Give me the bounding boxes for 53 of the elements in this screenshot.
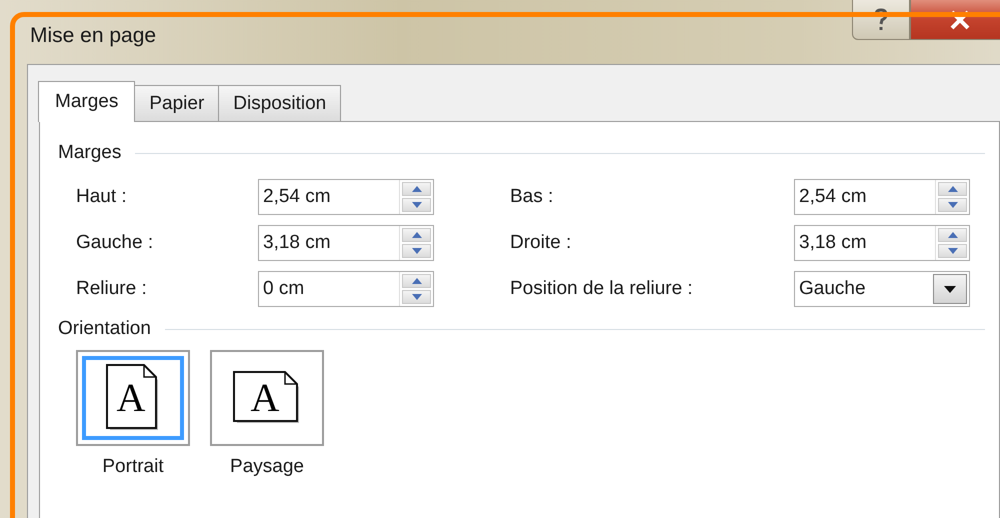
field-label: Gauche : xyxy=(76,232,154,254)
field-value[interactable]: 2,54 cm xyxy=(259,186,399,208)
tab[interactable]: Marges xyxy=(38,81,136,122)
field-label: Reliure : xyxy=(76,278,148,300)
page-icon: A xyxy=(233,371,301,425)
down-arrow-icon xyxy=(948,202,958,208)
down-arrow-icon xyxy=(948,248,958,254)
spin-up-button[interactable] xyxy=(938,182,967,196)
field-value[interactable]: 0 cm xyxy=(259,278,399,300)
spin-field[interactable]: 3,18 cm xyxy=(794,225,970,261)
field-value[interactable]: 3,18 cm xyxy=(795,232,935,254)
section-heading: Orientation xyxy=(58,318,151,340)
dropdown-value[interactable]: Gauche xyxy=(795,278,931,300)
spin-down-button[interactable] xyxy=(938,244,967,258)
up-arrow-icon xyxy=(948,186,958,192)
down-arrow-icon xyxy=(412,248,422,254)
spin-down-button[interactable] xyxy=(402,290,431,304)
option-label: Paysage xyxy=(230,456,304,478)
caret-icon xyxy=(944,286,956,292)
close-icon xyxy=(949,10,971,30)
spin-down-button[interactable] xyxy=(402,198,431,212)
orientation-button[interactable]: A xyxy=(210,350,324,446)
up-arrow-icon xyxy=(412,186,422,192)
help-icon xyxy=(873,8,889,32)
window-title: Mise en page xyxy=(30,24,156,48)
down-arrow-icon xyxy=(412,294,422,300)
tab[interactable]: Disposition xyxy=(218,85,342,121)
orientation-button[interactable]: A xyxy=(76,350,190,446)
spin-up-button[interactable] xyxy=(938,228,967,242)
spin-down-button[interactable] xyxy=(402,244,431,258)
field-value[interactable]: 2,54 cm xyxy=(795,186,935,208)
field-label: Position de la reliure : xyxy=(510,278,694,300)
field-label: Droite : xyxy=(510,232,572,254)
spin-field[interactable]: 2,54 cm xyxy=(258,179,434,215)
spin-field[interactable]: 3,18 cm xyxy=(258,225,434,261)
field-label: Haut : xyxy=(76,186,128,208)
up-arrow-icon xyxy=(412,232,422,238)
down-arrow-icon xyxy=(412,202,422,208)
up-arrow-icon xyxy=(948,232,958,238)
spin-up-button[interactable] xyxy=(402,274,431,288)
spin-up-button[interactable] xyxy=(402,182,431,196)
spin-up-button[interactable] xyxy=(402,228,431,242)
spin-field[interactable]: 0 cm xyxy=(258,271,434,307)
field-value[interactable]: 3,18 cm xyxy=(259,232,399,254)
up-arrow-icon xyxy=(412,278,422,284)
section-heading: Marges xyxy=(58,142,122,164)
dropdown-field[interactable]: Gauche xyxy=(794,271,970,307)
spin-down-button[interactable] xyxy=(938,198,967,212)
page-icon: A xyxy=(106,364,160,432)
option-label: Portrait xyxy=(102,456,164,478)
tab[interactable]: Papier xyxy=(134,85,220,121)
spin-field[interactable]: 2,54 cm xyxy=(794,179,970,215)
field-label: Bas : xyxy=(510,186,554,208)
